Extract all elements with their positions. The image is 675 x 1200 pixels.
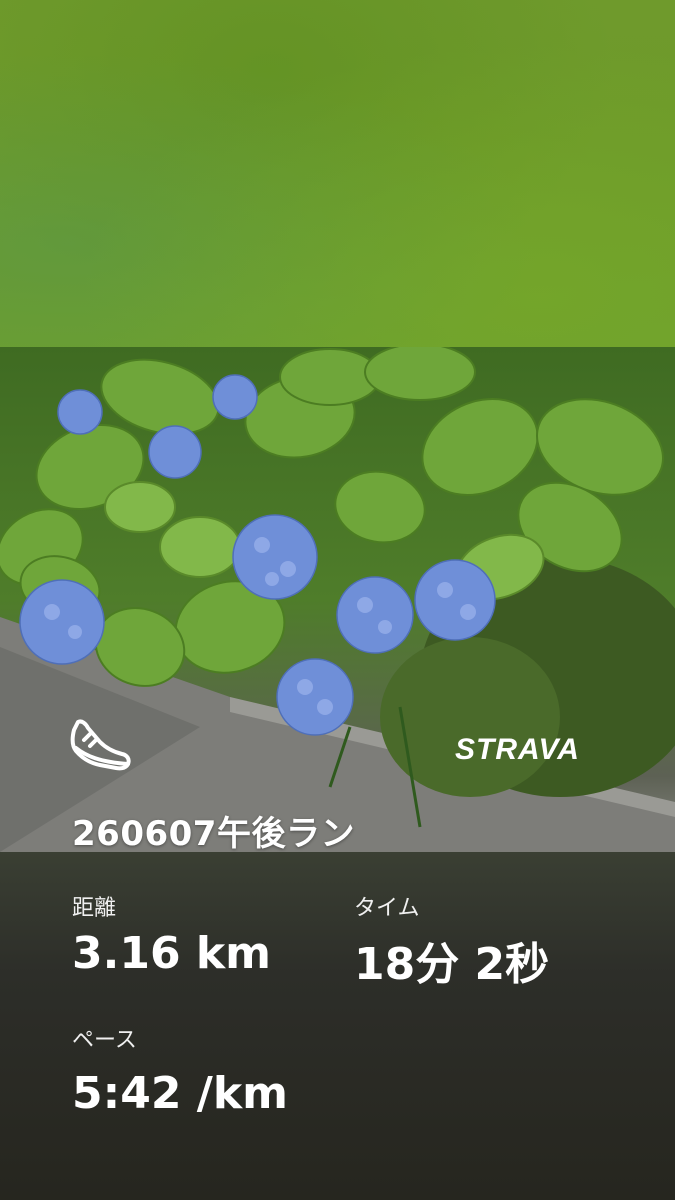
- activity-title: 260607午後ラン: [72, 814, 355, 854]
- distance-label: 距離: [72, 896, 117, 921]
- strava-logo: STRAVA: [455, 730, 603, 766]
- activity-photo: [0, 347, 675, 852]
- pace-value: 5:42 /km: [72, 1068, 288, 1119]
- blurred-background-photo: [0, 0, 675, 347]
- svg-text:STRAVA: STRAVA: [455, 733, 580, 764]
- time-label: タイム: [354, 896, 420, 921]
- pace-label: ペース: [72, 1028, 137, 1053]
- time-value: 18分 2秒: [354, 939, 550, 990]
- distance-value: 3.16 km: [72, 928, 271, 979]
- running-shoe-icon: [70, 719, 131, 771]
